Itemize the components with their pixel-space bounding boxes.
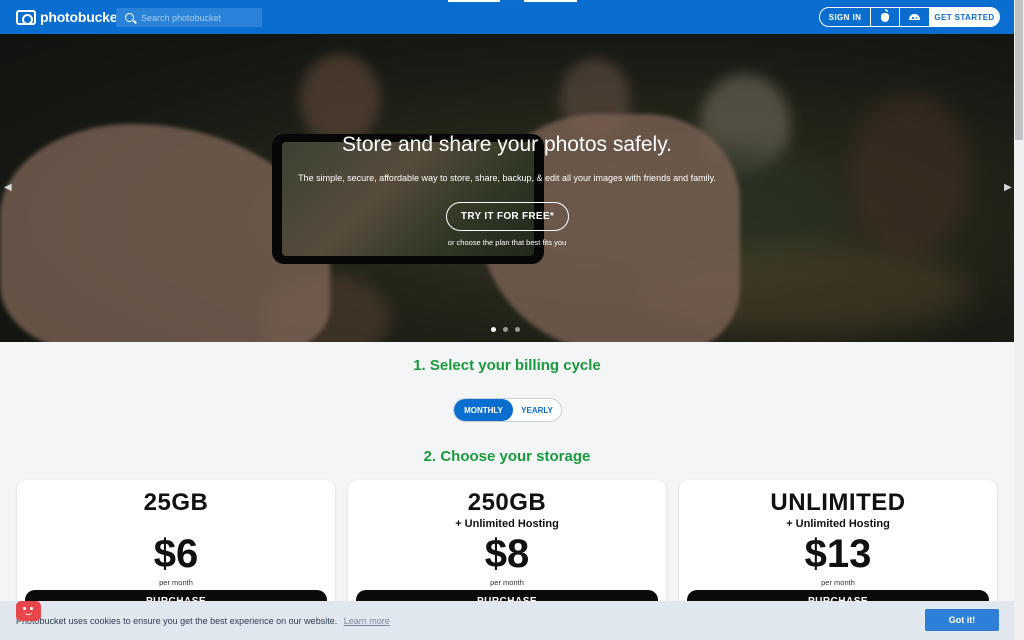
- carousel-dot[interactable]: [491, 327, 496, 332]
- plan-price: $6: [153, 532, 199, 576]
- carousel-dot[interactable]: [503, 327, 508, 332]
- search-input[interactable]: [141, 12, 251, 23]
- billing-cycle-toggle: MONTHLY YEARLY: [453, 398, 562, 422]
- yearly-option[interactable]: YEARLY: [513, 399, 561, 421]
- try-free-button[interactable]: TRY IT FOR FREE*: [446, 202, 569, 231]
- learn-more-link[interactable]: Learn more: [344, 616, 390, 626]
- plan-period: per month: [159, 578, 193, 587]
- apple-app-button[interactable]: [871, 8, 900, 26]
- plan-price: $8: [484, 532, 530, 576]
- carousel-dots: [491, 327, 520, 332]
- cookie-text: Photobucket uses cookies to ensure you g…: [16, 616, 338, 626]
- camera-logo-icon: [16, 9, 36, 25]
- plan-extra: + Unlimited Hosting: [455, 518, 559, 530]
- plan-card-25gb: 25GB $6 per month PURCHASE: [17, 480, 335, 620]
- plan-period: per month: [821, 578, 855, 587]
- top-header: photobucket SIGN IN GET STARTED: [0, 0, 1014, 34]
- cookie-accept-button[interactable]: Got it!: [925, 609, 999, 631]
- carousel-prev-icon[interactable]: ◀: [4, 182, 12, 193]
- apple-icon: [881, 8, 889, 22]
- chat-widget-icon[interactable]: [16, 601, 41, 621]
- search-icon: [125, 13, 134, 22]
- plan-size: 25GB: [143, 489, 209, 516]
- plan-size: UNLIMITED: [770, 489, 906, 516]
- plan-period: per month: [490, 578, 524, 587]
- sign-in-button[interactable]: SIGN IN: [820, 8, 871, 26]
- header-actions: SIGN IN GET STARTED: [819, 7, 1000, 27]
- plan-card-unlimited: UNLIMITED + Unlimited Hosting $13 per mo…: [679, 480, 997, 620]
- android-app-button[interactable]: [900, 8, 930, 26]
- hero-banner: Store and share your photos safely. The …: [0, 34, 1014, 342]
- search-box[interactable]: [116, 8, 262, 27]
- plan-size: 250GB: [467, 489, 547, 516]
- plan-extra: + Unlimited Hosting: [786, 518, 890, 530]
- logo-text: photobucket: [40, 9, 122, 25]
- hero-subtitle: The simple, secure, affordable way to st…: [298, 173, 716, 183]
- scrollbar-thumb[interactable]: [1015, 0, 1023, 140]
- storage-title: 2. Choose your storage: [423, 448, 591, 465]
- hero-title: Store and share your photos safely.: [342, 133, 672, 156]
- android-icon: [909, 14, 920, 20]
- cookie-banner: Photobucket uses cookies to ensure you g…: [0, 601, 1014, 640]
- nav-tab-indicator: [448, 0, 500, 2]
- nav-tab-indicator: [524, 0, 577, 2]
- hero-note: or choose the plan that best fits you: [447, 238, 567, 247]
- photobucket-logo[interactable]: photobucket: [16, 8, 122, 26]
- carousel-next-icon[interactable]: ▶: [1004, 182, 1012, 193]
- carousel-dot[interactable]: [515, 327, 520, 332]
- monthly-option[interactable]: MONTHLY: [454, 399, 513, 421]
- plan-price: $13: [804, 532, 872, 576]
- get-started-button[interactable]: GET STARTED: [930, 8, 999, 26]
- chat-widget-mouth: [25, 612, 32, 615]
- billing-cycle-title: 1. Select your billing cycle: [413, 357, 601, 374]
- plan-card-250gb: 250GB + Unlimited Hosting $8 per month P…: [348, 480, 666, 620]
- cookie-message: Photobucket uses cookies to ensure you g…: [16, 616, 390, 626]
- hero-overlay: [0, 34, 1014, 342]
